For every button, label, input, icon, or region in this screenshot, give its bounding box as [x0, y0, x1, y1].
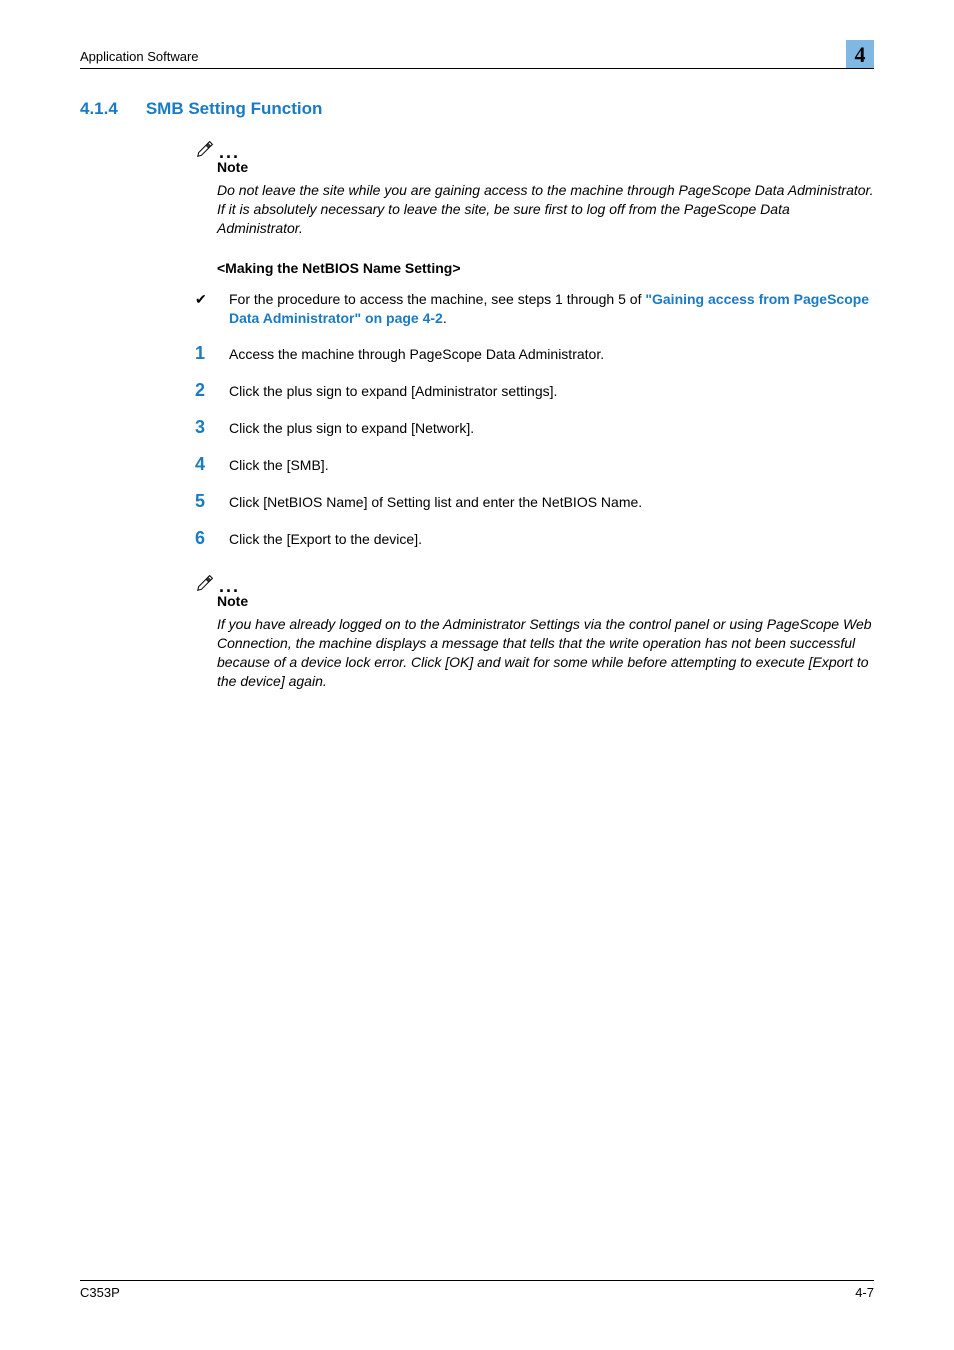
- pencil-icon: [195, 137, 217, 159]
- note-icon-row-2: ...: [195, 571, 874, 593]
- step-number: 2: [195, 380, 229, 401]
- content-block: ... Note Do not leave the site while you…: [195, 137, 874, 691]
- section-heading: 4.1.4 SMB Setting Function: [80, 99, 874, 119]
- checkmark-icon: ✔: [195, 290, 229, 328]
- step-row-4: 4 Click the [SMB].: [195, 454, 874, 475]
- document-page: Application Software 4 4.1.4 SMB Setting…: [0, 0, 954, 1350]
- step-number: 3: [195, 417, 229, 438]
- step-text: Click [NetBIOS Name] of Setting list and…: [229, 493, 874, 511]
- section-title: SMB Setting Function: [146, 99, 323, 119]
- note-body-2: If you have already logged on to the Adm…: [217, 615, 874, 691]
- step-number: 5: [195, 491, 229, 512]
- sub-heading: <Making the NetBIOS Name Setting>: [217, 260, 874, 276]
- footer-model: C353P: [80, 1285, 120, 1300]
- step-number: 6: [195, 528, 229, 549]
- step-number: 4: [195, 454, 229, 475]
- step-text: Click the [Export to the device].: [229, 530, 874, 548]
- step-text: Click the plus sign to expand [Administr…: [229, 382, 874, 400]
- ellipsis-icon: ...: [219, 147, 240, 159]
- step-number: 1: [195, 343, 229, 364]
- step-row-3: 3 Click the plus sign to expand [Network…: [195, 417, 874, 438]
- bullet-text: For the procedure to access the machine,…: [229, 290, 874, 328]
- step-row-1: 1 Access the machine through PageScope D…: [195, 343, 874, 364]
- step-text: Click the [SMB].: [229, 456, 874, 474]
- header-title: Application Software: [80, 49, 199, 68]
- footer-page-number: 4-7: [855, 1285, 874, 1300]
- step-text: Access the machine through PageScope Dat…: [229, 345, 874, 363]
- bullet-row: ✔ For the procedure to access the machin…: [195, 290, 874, 328]
- note-label: Note: [217, 159, 874, 175]
- chapter-number: 4: [855, 42, 866, 68]
- ellipsis-icon: ...: [219, 581, 240, 593]
- note-body-1: Do not leave the site while you are gain…: [217, 181, 874, 238]
- page-footer: C353P 4-7: [80, 1280, 874, 1300]
- bullet-text-after: .: [443, 310, 447, 326]
- step-text: Click the plus sign to expand [Network].: [229, 419, 874, 437]
- chapter-number-badge: 4: [846, 40, 874, 68]
- step-row-2: 2 Click the plus sign to expand [Adminis…: [195, 380, 874, 401]
- note-icon-row: ...: [195, 137, 874, 159]
- pencil-icon: [195, 571, 217, 593]
- step-row-5: 5 Click [NetBIOS Name] of Setting list a…: [195, 491, 874, 512]
- bullet-text-before: For the procedure to access the machine,…: [229, 291, 645, 307]
- section-number: 4.1.4: [80, 99, 118, 119]
- page-header: Application Software 4: [80, 40, 874, 69]
- step-row-6: 6 Click the [Export to the device].: [195, 528, 874, 549]
- note-label-2: Note: [217, 593, 874, 609]
